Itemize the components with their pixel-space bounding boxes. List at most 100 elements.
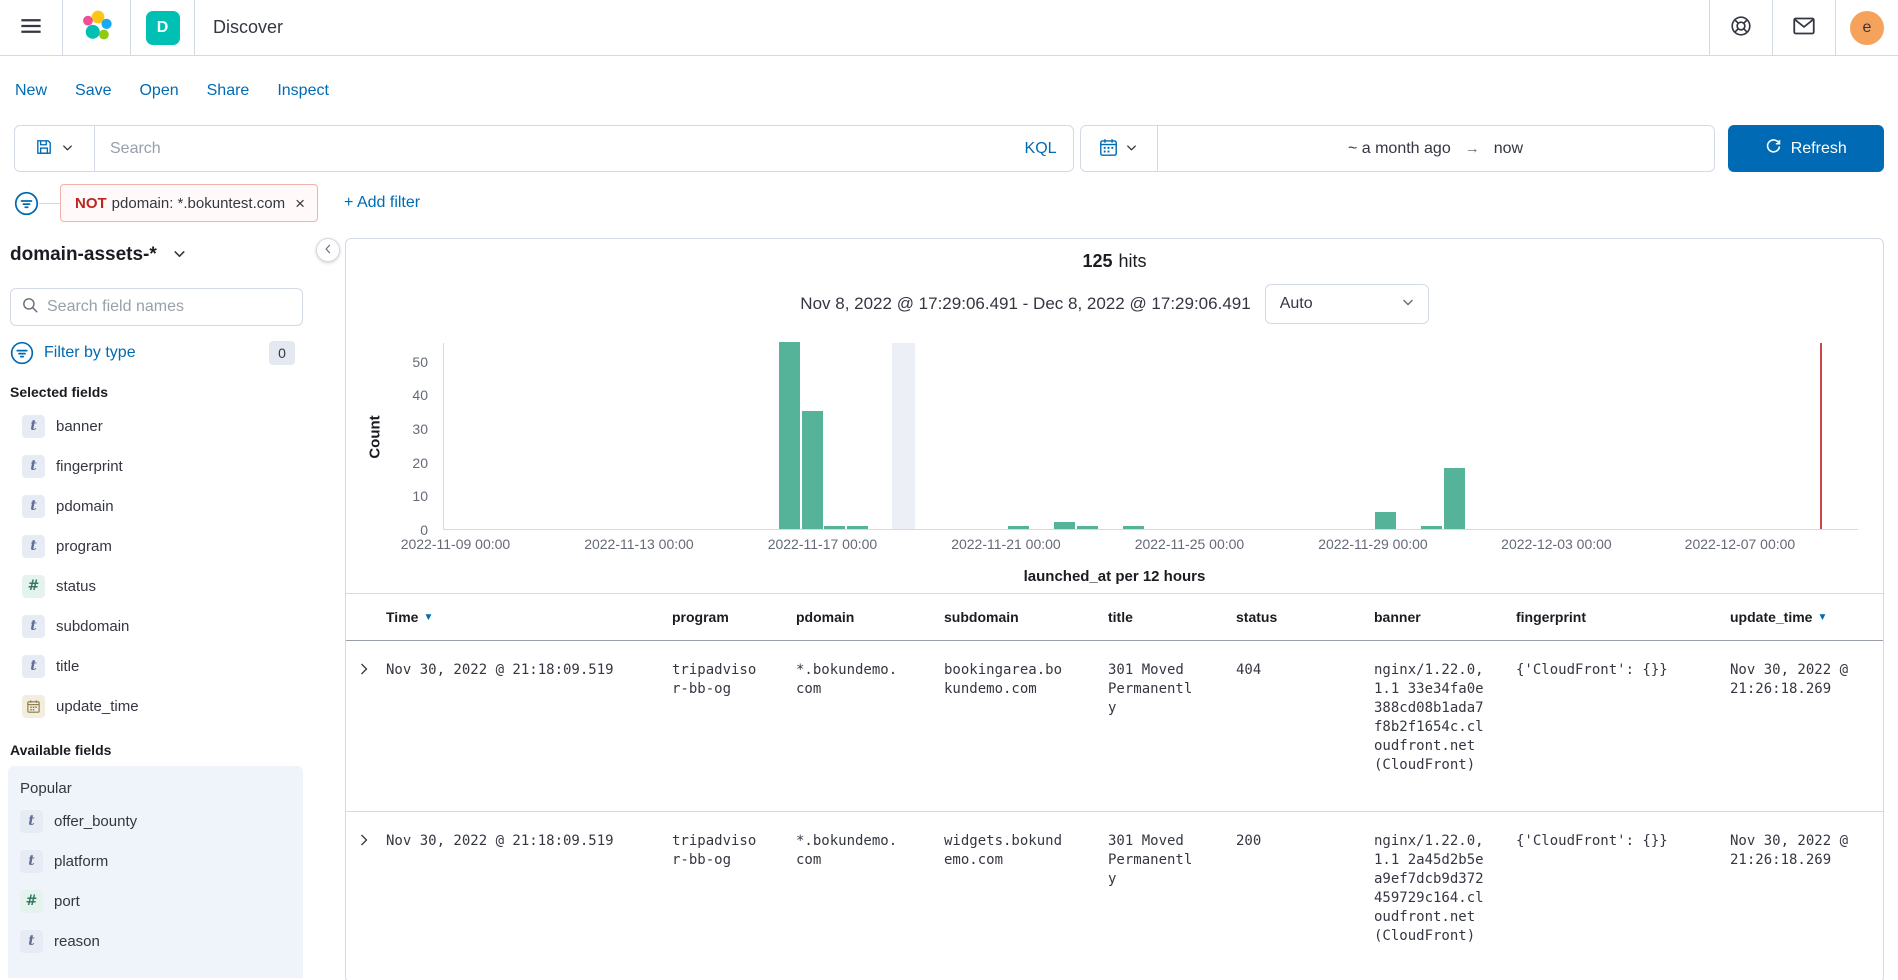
cell-banner: nginx/1.22.0, 1.1 33e34fa0e388cd08b1ada7… xyxy=(1374,661,1516,775)
x-axis-tick-label: 2022-11-25 00:00 xyxy=(1135,536,1245,552)
collapse-sidebar-button[interactable] xyxy=(316,238,340,262)
lifebuoy-help-icon xyxy=(1730,15,1752,40)
column-header-pdomain[interactable]: pdomain xyxy=(796,609,944,625)
calendar-icon xyxy=(1099,138,1118,160)
newsfeed-button[interactable] xyxy=(1773,0,1835,55)
help-button[interactable] xyxy=(1710,0,1772,55)
histogram-bar[interactable] xyxy=(1123,526,1144,529)
menu-item-inspect[interactable]: Inspect xyxy=(277,82,329,100)
x-axis-labels: 2022-11-09 00:002022-11-13 00:002022-11-… xyxy=(443,536,1858,556)
expand-row-button[interactable] xyxy=(356,832,372,848)
cell-subdomain: widgets.bokundemo.com xyxy=(944,832,1108,946)
date-range-start[interactable]: ~ a month ago xyxy=(1348,140,1451,158)
field-item-status[interactable]: #status xyxy=(10,566,345,606)
histogram-bar[interactable] xyxy=(779,342,800,529)
field-item-title[interactable]: ttitle xyxy=(10,646,345,686)
field-item-offer_bounty[interactable]: toffer_bounty xyxy=(8,801,303,841)
column-header-update_time[interactable]: update_time ▼ xyxy=(1730,609,1875,625)
search-icon xyxy=(21,296,39,319)
elastic-logo-icon xyxy=(80,9,114,46)
hamburger-menu-button[interactable] xyxy=(0,0,62,55)
field-type-string-icon: t xyxy=(22,535,45,558)
date-quick-select-button[interactable] xyxy=(1081,126,1158,171)
filter-options-button[interactable] xyxy=(14,191,39,216)
menu-item-new[interactable]: New xyxy=(15,82,47,100)
elastic-home-button[interactable] xyxy=(63,0,130,55)
hits-label: hits xyxy=(1119,251,1147,272)
menu-item-save[interactable]: Save xyxy=(75,82,111,100)
filter-circle-icon xyxy=(10,341,34,365)
user-avatar[interactable]: e xyxy=(1850,11,1884,45)
discover-panel: 125 hits Nov 8, 2022 @ 17:29:06.491 - De… xyxy=(345,238,1884,980)
field-item-subdomain[interactable]: tsubdomain xyxy=(10,606,345,646)
cell-update_time: Nov 30, 2022 @ 21:26:18.269 xyxy=(1730,661,1875,775)
query-language-button[interactable]: KQL xyxy=(1025,126,1073,171)
histogram-bar[interactable] xyxy=(847,526,868,529)
histogram-bar[interactable] xyxy=(1008,526,1029,529)
sort-desc-icon[interactable]: ▼ xyxy=(1817,612,1827,623)
column-header-time[interactable]: Time▼ xyxy=(386,609,672,625)
expand-row-button[interactable] xyxy=(356,661,372,677)
saved-query-menu-button[interactable] xyxy=(15,126,95,171)
search-box: KQL xyxy=(14,125,1074,172)
histogram-bar[interactable] xyxy=(824,526,845,529)
histogram-bar[interactable] xyxy=(1077,526,1098,529)
column-header-subdomain[interactable]: subdomain xyxy=(944,609,1108,625)
histogram-bar[interactable] xyxy=(1375,512,1396,529)
histogram-bar[interactable] xyxy=(802,411,823,529)
histogram-plot xyxy=(443,343,1858,530)
column-header-banner[interactable]: banner xyxy=(1374,609,1516,625)
search-input[interactable] xyxy=(95,126,1025,171)
field-item-update_time[interactable]: update_time xyxy=(10,686,345,726)
index-pattern-switcher[interactable]: domain-assets-* xyxy=(10,240,345,270)
field-item-platform[interactable]: tplatform xyxy=(8,841,303,881)
query-bar: KQL ~ a month ago → now Refresh xyxy=(0,125,1898,172)
refresh-button[interactable]: Refresh xyxy=(1728,125,1884,172)
column-header-label: title xyxy=(1108,609,1133,625)
y-axis-tick-label: 50 xyxy=(388,354,428,370)
hits-summary: 125 hits xyxy=(346,251,1883,272)
cell-fingerprint: {'CloudFront': {}} xyxy=(1516,661,1730,775)
cell-program: tripadvisor-bb-og xyxy=(672,832,796,946)
histogram-chart[interactable]: Count 2022-11-09 00:002022-11-13 00:0020… xyxy=(443,343,1858,530)
column-header-title[interactable]: title xyxy=(1108,609,1236,625)
histogram-bar[interactable] xyxy=(1054,522,1075,529)
content: domain-assets-* Filter by type 0 Selecte… xyxy=(0,230,1898,978)
interval-select[interactable]: Auto xyxy=(1265,284,1429,324)
sort-desc-icon[interactable]: ▼ xyxy=(423,612,433,623)
filter-pill[interactable]: NOT pdomain: *.bokuntest.com × xyxy=(60,184,318,222)
column-header-program[interactable]: program xyxy=(672,609,796,625)
field-type-number-icon: # xyxy=(20,890,43,913)
field-item-pdomain[interactable]: tpdomain xyxy=(10,486,345,526)
histogram-bar[interactable] xyxy=(1444,468,1465,529)
field-item-program[interactable]: t program xyxy=(10,526,345,566)
date-picker: ~ a month ago → now xyxy=(1080,125,1715,172)
cell-title: 301 Moved Permanently xyxy=(1108,832,1236,946)
table-row: Nov 30, 2022 @ 21:18:09.519tripadvisor-b… xyxy=(346,641,1883,812)
main-area: 125 hits Nov 8, 2022 @ 17:29:06.491 - De… xyxy=(345,230,1898,978)
add-filter-button[interactable]: + Add filter xyxy=(344,194,420,212)
filter-by-type-button[interactable]: Filter by type 0 xyxy=(10,340,295,366)
field-item-banner[interactable]: tbanner xyxy=(10,406,345,446)
column-header-fingerprint[interactable]: fingerprint xyxy=(1516,609,1730,625)
cell-banner: nginx/1.22.0, 1.1 2a45d2b5ea9ef7dcb9d372… xyxy=(1374,832,1516,946)
menu-item-open[interactable]: Open xyxy=(139,82,178,100)
divider xyxy=(194,0,195,55)
popular-fields-section: Popular toffer_bountytplatform#porttreas… xyxy=(8,766,303,978)
field-type-string-icon: t xyxy=(22,455,45,478)
remove-filter-icon[interactable]: × xyxy=(295,195,305,212)
menu-item-share[interactable]: Share xyxy=(207,82,250,100)
filter-circle-icon xyxy=(14,204,39,219)
column-header-label: update_time xyxy=(1730,609,1812,625)
field-name: subdomain xyxy=(56,618,129,635)
field-search-input[interactable] xyxy=(47,298,292,316)
field-item-fingerprint[interactable]: tfingerprint xyxy=(10,446,345,486)
date-range-end[interactable]: now xyxy=(1494,140,1523,158)
field-item-port[interactable]: #port xyxy=(8,881,303,921)
field-item-reason[interactable]: treason xyxy=(8,921,303,961)
field-name: program xyxy=(56,538,112,555)
column-header-status[interactable]: status xyxy=(1236,609,1374,625)
cell-time: Nov 30, 2022 @ 21:18:09.519 xyxy=(386,832,672,946)
space-selector-button[interactable]: D xyxy=(131,0,194,55)
histogram-bar[interactable] xyxy=(1421,526,1442,529)
